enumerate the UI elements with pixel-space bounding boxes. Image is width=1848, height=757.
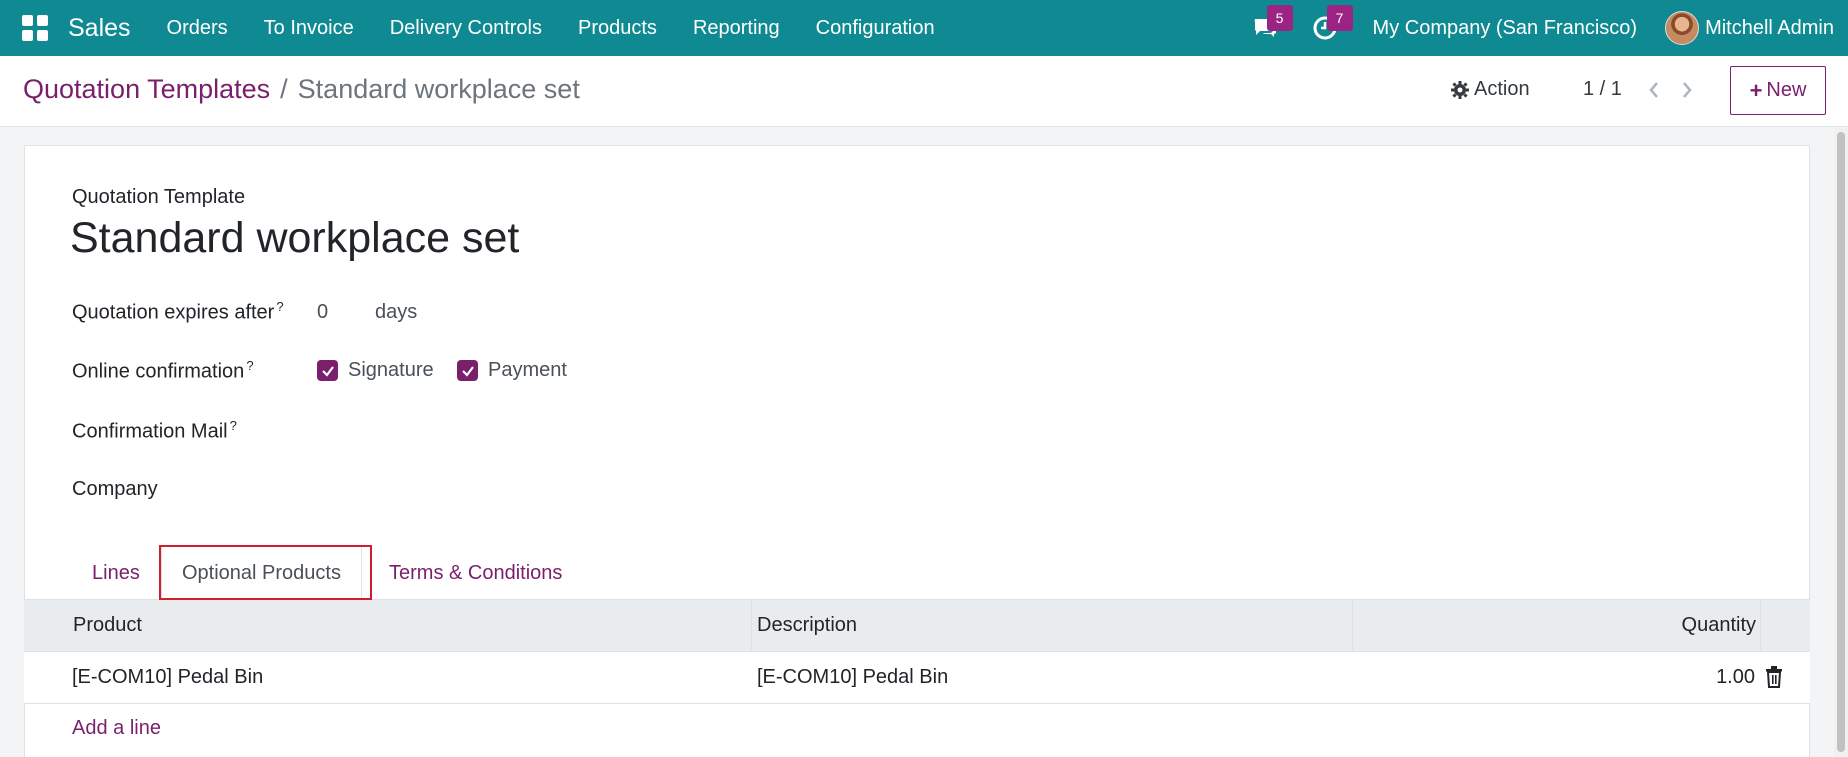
- menu-products[interactable]: Products: [578, 17, 657, 40]
- column-header-quantity[interactable]: Quantity: [1682, 614, 1756, 637]
- trash-icon[interactable]: [1764, 665, 1784, 689]
- chevron-left-icon: [1649, 82, 1658, 98]
- scrollbar-thumb[interactable]: [1837, 132, 1845, 752]
- check-icon: [321, 365, 334, 377]
- messages-button[interactable]: 5: [1235, 0, 1295, 56]
- menu-to-invoice[interactable]: To Invoice: [264, 17, 354, 40]
- activities-button[interactable]: 7: [1295, 0, 1355, 56]
- confirmation-mail-label: Confirmation Mail?: [72, 418, 237, 443]
- row-description[interactable]: [E-COM10] Pedal Bin: [757, 666, 948, 689]
- new-button[interactable]: + New: [1730, 66, 1826, 115]
- row-product[interactable]: [E-COM10] Pedal Bin: [72, 666, 263, 689]
- tab-terms-conditions[interactable]: Terms & Conditions: [369, 546, 582, 600]
- messages-badge: 5: [1266, 5, 1293, 31]
- row-quantity[interactable]: 1.00: [1716, 666, 1755, 689]
- breadcrumb-separator: /: [280, 74, 288, 104]
- action-label: Action: [1474, 78, 1530, 100]
- menu-orders[interactable]: Orders: [167, 17, 228, 40]
- company-switcher[interactable]: My Company (San Francisco): [1373, 17, 1638, 40]
- check-icon: [461, 365, 474, 377]
- column-header-description[interactable]: Description: [757, 614, 857, 637]
- menu-reporting[interactable]: Reporting: [693, 17, 780, 40]
- page-scrollbar[interactable]: [1834, 128, 1848, 757]
- signature-checkbox[interactable]: [317, 360, 338, 381]
- help-tooltip-icon[interactable]: ?: [276, 299, 283, 314]
- help-tooltip-icon[interactable]: ?: [246, 358, 253, 373]
- tab-lines[interactable]: Lines: [72, 546, 160, 600]
- new-button-label: New: [1766, 79, 1807, 101]
- activities-badge: 7: [1326, 5, 1353, 31]
- pager-value[interactable]: 1 / 1: [1583, 78, 1622, 101]
- breadcrumb: Quotation Templates / Standard workplace s…: [23, 74, 580, 105]
- signature-label[interactable]: Signature: [348, 359, 434, 382]
- user-menu[interactable]: Mitchell Admin: [1705, 17, 1834, 40]
- column-separator: [751, 600, 752, 652]
- column-separator: [1352, 600, 1353, 652]
- table-row[interactable]: [E-COM10] Pedal Bin [E-COM10] Pedal Bin …: [24, 652, 1810, 704]
- plus-icon: +: [1749, 77, 1763, 103]
- payment-label[interactable]: Payment: [488, 359, 567, 382]
- user-avatar[interactable]: [1665, 11, 1700, 45]
- top-navbar: Sales Orders To Invoice Delivery Control…: [0, 0, 1848, 56]
- add-line-link[interactable]: Add a line: [72, 717, 161, 740]
- breadcrumb-parent[interactable]: Quotation Templates: [23, 74, 270, 104]
- apps-menu-icon[interactable]: [22, 15, 48, 41]
- column-separator: [1760, 600, 1761, 652]
- systray: 5 7 My Company (San Francisco) Mitchell …: [1235, 0, 1834, 56]
- payment-checkbox[interactable]: [457, 360, 478, 381]
- pager-next-button[interactable]: [1676, 77, 1698, 103]
- control-panel: Quotation Templates / Standard workplace s…: [0, 56, 1848, 127]
- tab-optional-products[interactable]: Optional Products: [161, 546, 362, 600]
- template-label: Quotation Template: [72, 186, 246, 208]
- menu-configuration[interactable]: Configuration: [816, 17, 935, 40]
- expires-value-input[interactable]: 0: [317, 301, 328, 324]
- action-button[interactable]: Action: [1450, 78, 1530, 101]
- online-confirmation-label: Online confirmation?: [72, 358, 254, 383]
- menu-delivery-controls[interactable]: Delivery Controls: [390, 17, 542, 40]
- breadcrumb-current: Standard workplace set: [297, 74, 580, 104]
- expires-label: Quotation expires after?: [72, 299, 284, 324]
- app-brand[interactable]: Sales: [68, 14, 131, 43]
- table-header: Product Description Quantity: [24, 600, 1810, 652]
- company-label: Company: [72, 478, 158, 500]
- column-header-product[interactable]: Product: [73, 614, 142, 637]
- chevron-right-icon: [1683, 82, 1692, 98]
- gear-icon: [1451, 80, 1469, 99]
- help-tooltip-icon[interactable]: ?: [230, 418, 237, 433]
- pager-previous-button[interactable]: [1643, 77, 1665, 103]
- expires-unit: days: [375, 301, 418, 323]
- template-title[interactable]: Standard workplace set: [70, 214, 519, 263]
